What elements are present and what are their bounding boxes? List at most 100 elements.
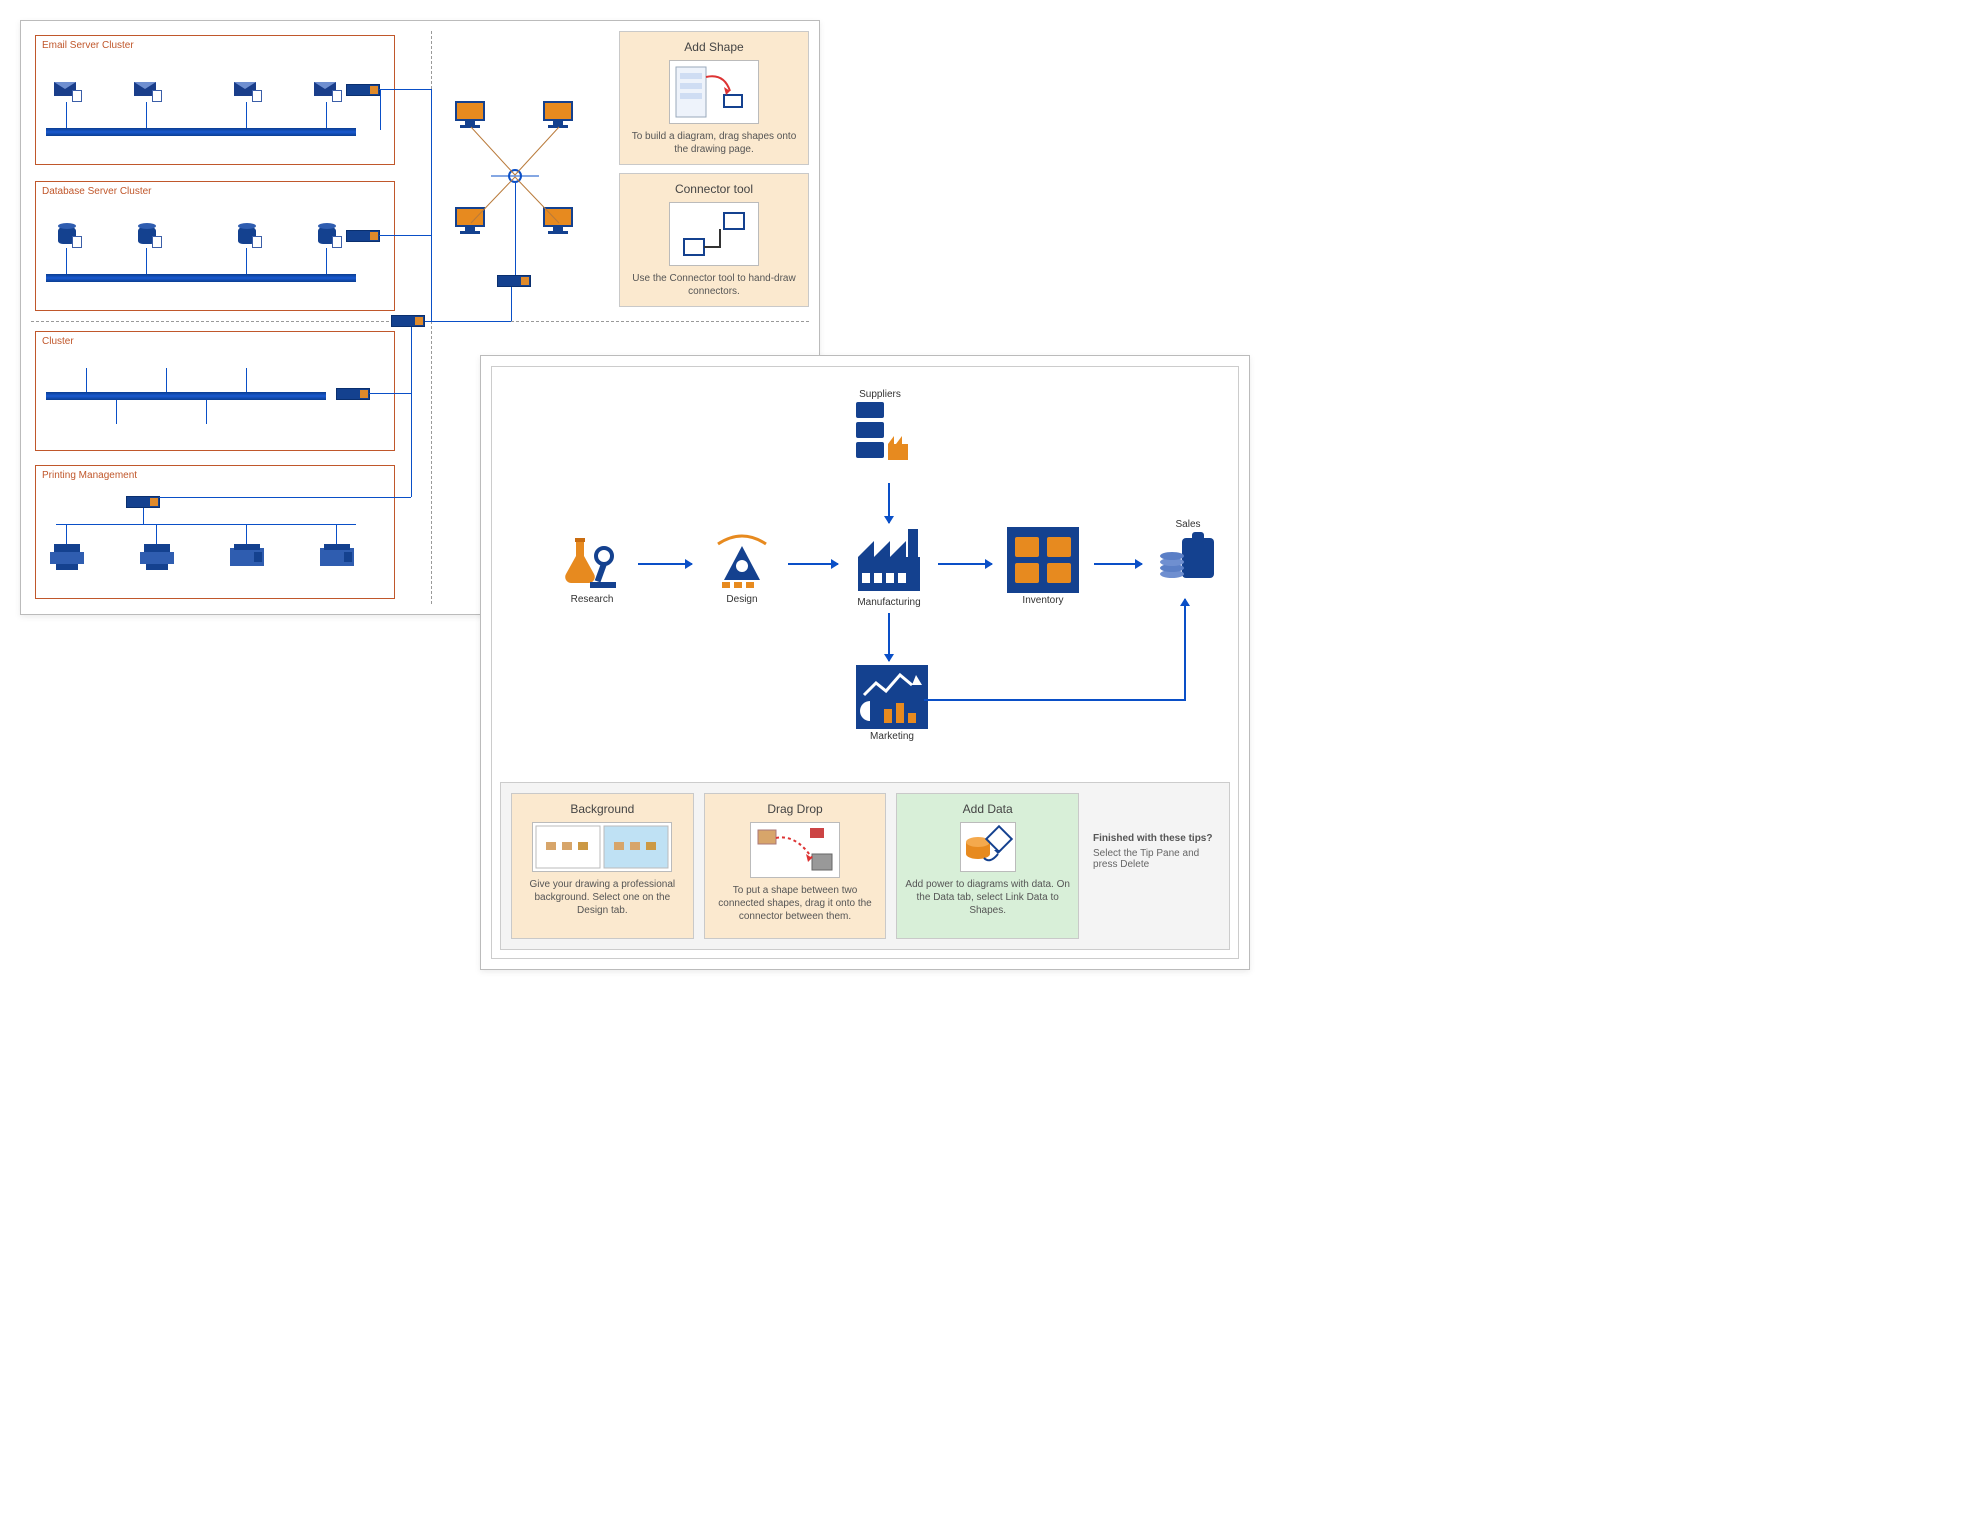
multifunction-printer-icon[interactable]	[230, 544, 264, 570]
tip-connector-tool[interactable]: Connector tool Use the Connector tool to…	[619, 173, 809, 307]
printer-icon[interactable]	[140, 544, 174, 570]
switch-icon[interactable]	[346, 230, 380, 242]
tip-text: Give your drawing a professional backgro…	[520, 878, 685, 917]
tip-thumbnail	[669, 60, 759, 124]
tip-title: Connector tool	[628, 182, 800, 196]
suppliers-icon	[850, 400, 910, 460]
mail-server-icon[interactable]	[234, 82, 256, 96]
switch-icon[interactable]	[497, 275, 531, 287]
node-manufacturing[interactable]: Manufacturing	[844, 525, 934, 608]
node-label: Suppliers	[840, 389, 920, 400]
db-server-icon[interactable]	[138, 226, 156, 244]
node-label: Inventory	[998, 595, 1088, 606]
tip-thumbnail	[750, 822, 840, 878]
tip-drag-drop[interactable]: Drag Drop To put a shape between two con…	[704, 793, 887, 939]
node-research[interactable]: Research	[552, 532, 632, 605]
tip-text: Add power to diagrams with data. On the …	[905, 878, 1070, 917]
tip-thumbnail	[960, 822, 1016, 872]
tip-title: Background	[520, 802, 685, 816]
connector-line	[206, 400, 207, 424]
node-suppliers[interactable]: Suppliers	[840, 387, 920, 460]
connector-line	[924, 699, 1186, 701]
tip-thumbnail	[669, 202, 759, 266]
cluster-bus[interactable]	[46, 274, 356, 282]
cluster-printing-title: Printing Management	[42, 470, 388, 481]
db-server-icon[interactable]	[318, 226, 336, 244]
node-inventory[interactable]: Inventory	[998, 527, 1088, 606]
terminal-icon[interactable]	[455, 101, 485, 128]
cluster-bus[interactable]	[46, 392, 326, 400]
arrow-icon	[1184, 599, 1186, 699]
connector-line	[66, 248, 67, 274]
tip-text: To put a shape between two connected sha…	[713, 884, 878, 923]
connector-line	[515, 183, 516, 275]
cluster-email[interactable]: Email Server Cluster	[35, 35, 395, 165]
cluster-printing[interactable]: Printing Management	[35, 465, 395, 599]
connector-line	[66, 102, 67, 128]
tip-background[interactable]: Background Give your d	[511, 793, 694, 939]
cluster-database[interactable]: Database Server Cluster	[35, 181, 395, 311]
arrow-icon	[1094, 563, 1142, 565]
switch-icon[interactable]	[126, 496, 160, 508]
cluster-generic[interactable]: Cluster	[35, 331, 395, 451]
connector-line	[326, 102, 327, 128]
connector-line	[246, 248, 247, 274]
multifunction-printer-icon[interactable]	[320, 544, 354, 570]
tips-finished-note: Finished with these tips? Select the Tip…	[1089, 793, 1219, 939]
connector-line	[425, 321, 511, 322]
finished-text: Select the Tip Pane and press Delete	[1093, 848, 1215, 870]
connector-line	[411, 327, 412, 497]
connector-line	[146, 248, 147, 274]
node-marketing[interactable]: Marketing	[850, 665, 934, 742]
switch-icon[interactable]	[336, 388, 370, 400]
tip-add-shape[interactable]: Add Shape To build a diagram, drag sh	[619, 31, 809, 165]
node-label: Marketing	[850, 731, 934, 742]
stage: Email Server Cluster	[20, 20, 1255, 980]
terminal-icon[interactable]	[543, 101, 573, 128]
terminal-icon[interactable]	[543, 207, 573, 234]
hub-icon[interactable]	[508, 169, 522, 183]
arrow-icon	[638, 563, 692, 565]
connector-line	[159, 497, 411, 498]
arrow-icon	[788, 563, 838, 565]
db-server-icon[interactable]	[238, 226, 256, 244]
node-sales[interactable]: Sales	[1148, 517, 1228, 590]
tip-title: Add Data	[905, 802, 1070, 816]
mail-server-icon[interactable]	[134, 82, 156, 96]
cluster-bus[interactable]	[46, 128, 356, 136]
connector-line	[116, 400, 117, 424]
tip-thumbnail	[532, 822, 672, 872]
db-server-icon[interactable]	[58, 226, 76, 244]
connector-line	[246, 102, 247, 128]
connector-line	[143, 508, 144, 524]
connector-line	[156, 524, 157, 544]
tips-row: Background Give your d	[500, 782, 1230, 950]
core-switch-icon[interactable]	[391, 315, 425, 327]
process-canvas: Suppliers	[491, 366, 1239, 959]
printer-icon[interactable]	[50, 544, 84, 570]
finished-title: Finished with these tips?	[1093, 833, 1215, 844]
process-diagram-panel: Suppliers	[480, 355, 1250, 970]
cluster-database-title: Database Server Cluster	[42, 186, 388, 197]
terminal-icon[interactable]	[455, 207, 485, 234]
design-icon	[712, 532, 772, 592]
connector-line	[336, 524, 337, 544]
node-label: Research	[552, 594, 632, 605]
arrow-icon	[888, 613, 890, 661]
tip-add-data[interactable]: Add Data Add power to diagrams with data…	[896, 793, 1079, 939]
mail-server-icon[interactable]	[54, 82, 76, 96]
connector-line	[369, 393, 411, 394]
node-label: Sales	[1148, 519, 1228, 530]
node-design[interactable]: Design	[702, 532, 782, 605]
connector-line	[246, 524, 247, 544]
connector-line	[166, 368, 167, 392]
mail-server-icon[interactable]	[314, 82, 336, 96]
switch-icon[interactable]	[346, 84, 380, 96]
tips-sidebar: Add Shape To build a diagram, drag sh	[619, 31, 809, 307]
sales-icon	[1158, 530, 1218, 590]
tip-title: Drag Drop	[713, 802, 878, 816]
node-label: Manufacturing	[844, 597, 934, 608]
connector-line	[511, 287, 512, 321]
connector-line	[379, 235, 431, 236]
cluster-generic-title: Cluster	[42, 336, 388, 347]
